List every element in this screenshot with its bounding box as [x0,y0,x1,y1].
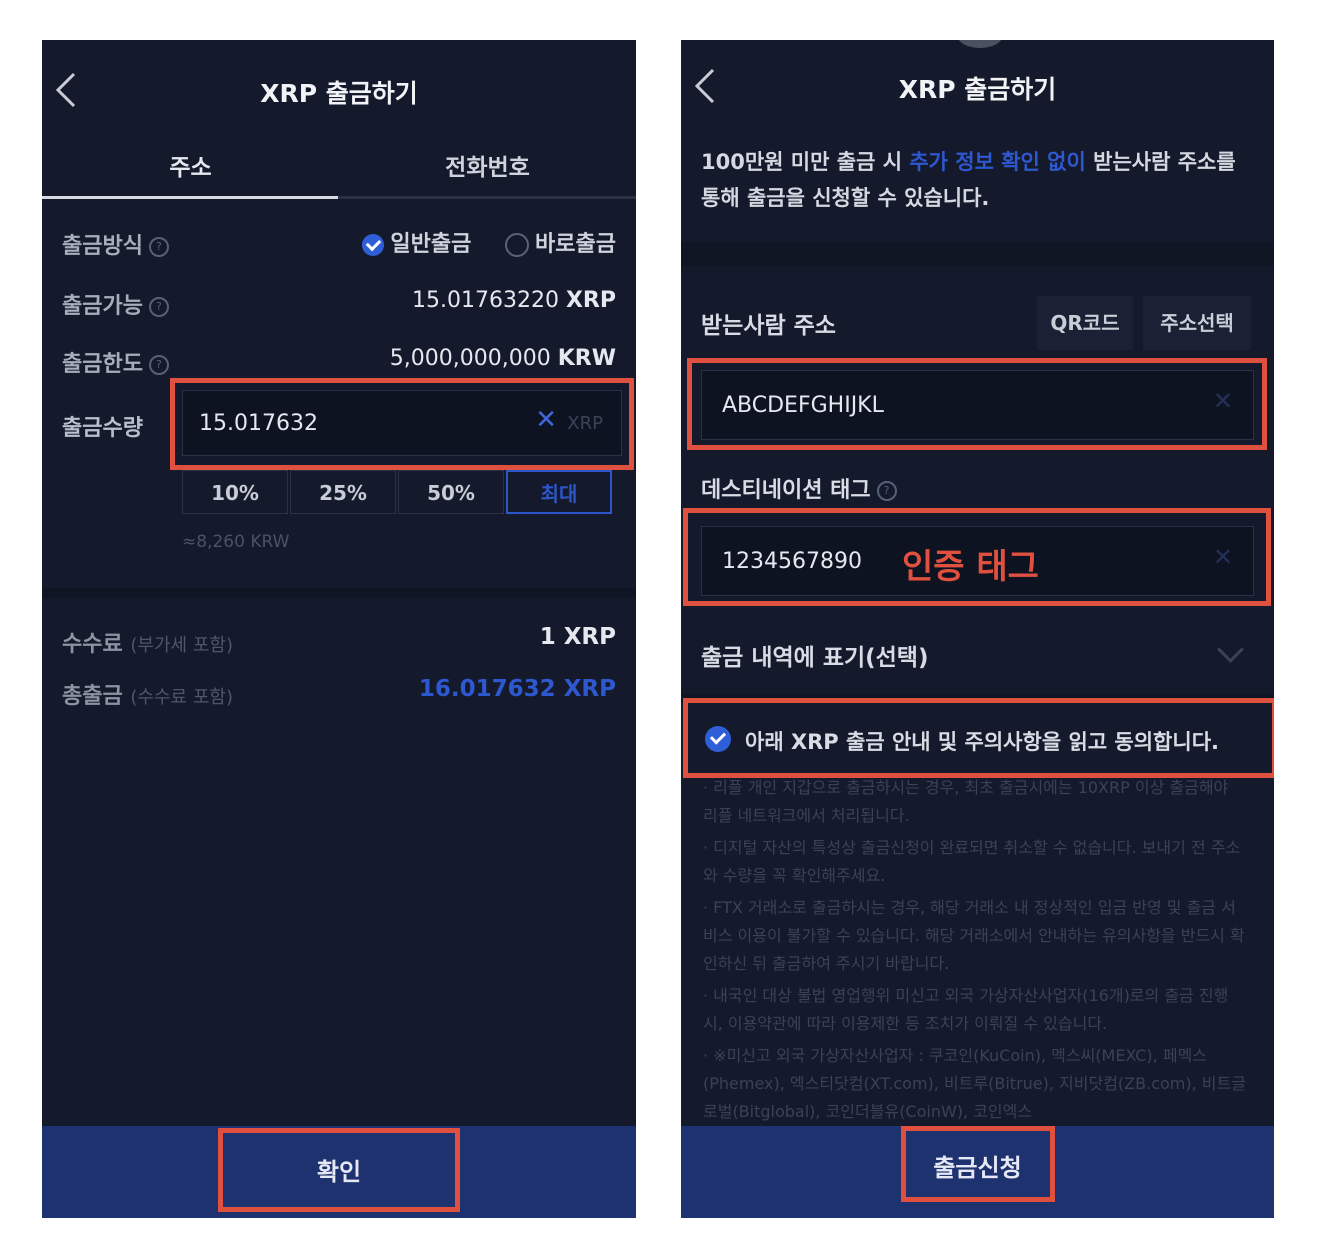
confirm-button[interactable]: 확인 [42,1126,636,1218]
guide-item: · ※미신고 외국 가상자산사업자 : 쿠코인(KuCoin), 멕스씨(MEX… [703,1046,1246,1121]
guide-item: · FTX 거래소로 출금하시는 경우, 해당 거래소 내 정상적인 입금 반영… [703,898,1245,973]
guide-list: · 리플 개인 지갑으로 출금하시는 경우, 최초 출금시에는 10XRP 이상… [703,774,1248,1130]
total-value: 16.017632 XRP [418,676,616,702]
destination-tag-label: 데스티네이션 태그? [701,472,897,504]
percent-50-button[interactable]: 50% [398,470,504,514]
qr-code-button[interactable]: QR코드 [1037,296,1133,350]
address-select-button[interactable]: 주소선택 [1143,296,1251,350]
available-value: 15.01763220 XRP [412,288,616,313]
divider [681,242,1274,266]
guide-item: · 디지털 자산의 특성상 출금신청이 완료되면 취소할 수 없습니다. 보내기… [703,838,1241,885]
limit-value: 5,000,000,000 KRW [389,346,616,371]
limit-label: 출금한도? [62,346,169,378]
radio-general[interactable]: 일반출금 [362,226,471,258]
divider [42,588,636,598]
tab-address[interactable]: 주소 [42,148,339,182]
tag-value: 1234567890 [722,549,862,574]
amount-input[interactable]: 15.017632 ✕ XRP [182,390,622,456]
guide-item: · 리플 개인 지갑으로 출금하시는 경우, 최초 출금시에는 10XRP 이상… [703,778,1229,825]
method-radio-group: 일반출금 바로출금 [362,226,616,258]
header: XRP 출금하기 [681,40,1274,140]
empty-circle-icon [505,233,530,257]
header: XRP 출금하기 [42,40,636,140]
withdraw-screen-address: XRP 출금하기 주소 전화번호 출금방식? 일반출금 바로출금 출금가능? 1… [42,40,636,1218]
address-input[interactable]: ABCDEFGHIJKL ✕ [701,370,1254,440]
submit-label: 출금신청 [933,1154,1022,1182]
clear-icon[interactable]: ✕ [535,405,557,435]
amount-label: 출금수량 [62,416,143,441]
percent-10-button[interactable]: 10% [182,470,288,514]
page-title: XRP 출금하기 [898,75,1057,104]
info-icon[interactable]: ? [876,481,897,501]
fee-label: 수수료 (부가세 포함) [62,632,233,657]
confirm-label: 확인 [316,1158,362,1186]
recipient-label: 받는사람 주소 [701,313,836,339]
chevron-down-icon[interactable] [1217,636,1244,663]
method-label: 출금방식? [62,228,169,260]
tag-annotation: 인증 태그 [902,547,1039,587]
memo-label[interactable]: 출금 내역에 표기(선택) [701,638,928,672]
withdraw-screen-detail: XRP 출금하기 100만원 미만 출금 시 추가 정보 확인 없이 받는사람 … [681,40,1274,1218]
percent-25-button[interactable]: 25% [290,470,396,514]
tab-phone[interactable]: 전화번호 [339,148,636,182]
submit-button[interactable]: 출금신청 [681,1126,1274,1218]
available-label: 출금가능? [62,288,169,320]
krw-approx: ≈8,260 KRW [182,532,290,552]
radio-instant[interactable]: 바로출금 [505,226,616,258]
percent-buttons: 10% 25% 50% 최대 [182,470,616,514]
notice-text: 100만원 미만 출금 시 추가 정보 확인 없이 받는사람 주소를 통해 출금… [701,150,1236,210]
max-button[interactable]: 최대 [506,470,612,514]
clear-icon[interactable]: ✕ [1213,387,1233,415]
checked-circle-icon [362,234,385,256]
agree-checkbox-row[interactable]: 아래 XRP 출금 안내 및 주의사항을 읽고 동의합니다. [701,712,1254,768]
active-tab-indicator [42,196,338,199]
info-icon[interactable]: ? [148,297,169,317]
destination-tag-input[interactable]: 1234567890 인증 태그 ✕ [701,526,1254,596]
address-value: ABCDEFGHIJKL [722,393,884,418]
clear-icon[interactable]: ✕ [1213,543,1233,571]
fee-value: 1 XRP [539,624,616,650]
page-title: XRP 출금하기 [260,79,418,108]
amount-unit: XRP [567,413,603,434]
info-icon[interactable]: ? [148,355,169,375]
guide-item: · 내국인 대상 불법 영업행위 미신고 외국 가상자산사업자(16개)로의 출… [703,986,1229,1033]
tab-bar: 주소 전화번호 [42,140,636,199]
amount-value: 15.017632 [199,411,318,436]
agree-text: 아래 XRP 출금 안내 및 주의사항을 읽고 동의합니다. [745,730,1219,754]
checkbox-checked-icon[interactable] [705,726,731,752]
divider [681,694,1274,702]
total-label: 총출금 (수수료 포함) [62,684,233,709]
info-icon[interactable]: ? [148,237,169,257]
